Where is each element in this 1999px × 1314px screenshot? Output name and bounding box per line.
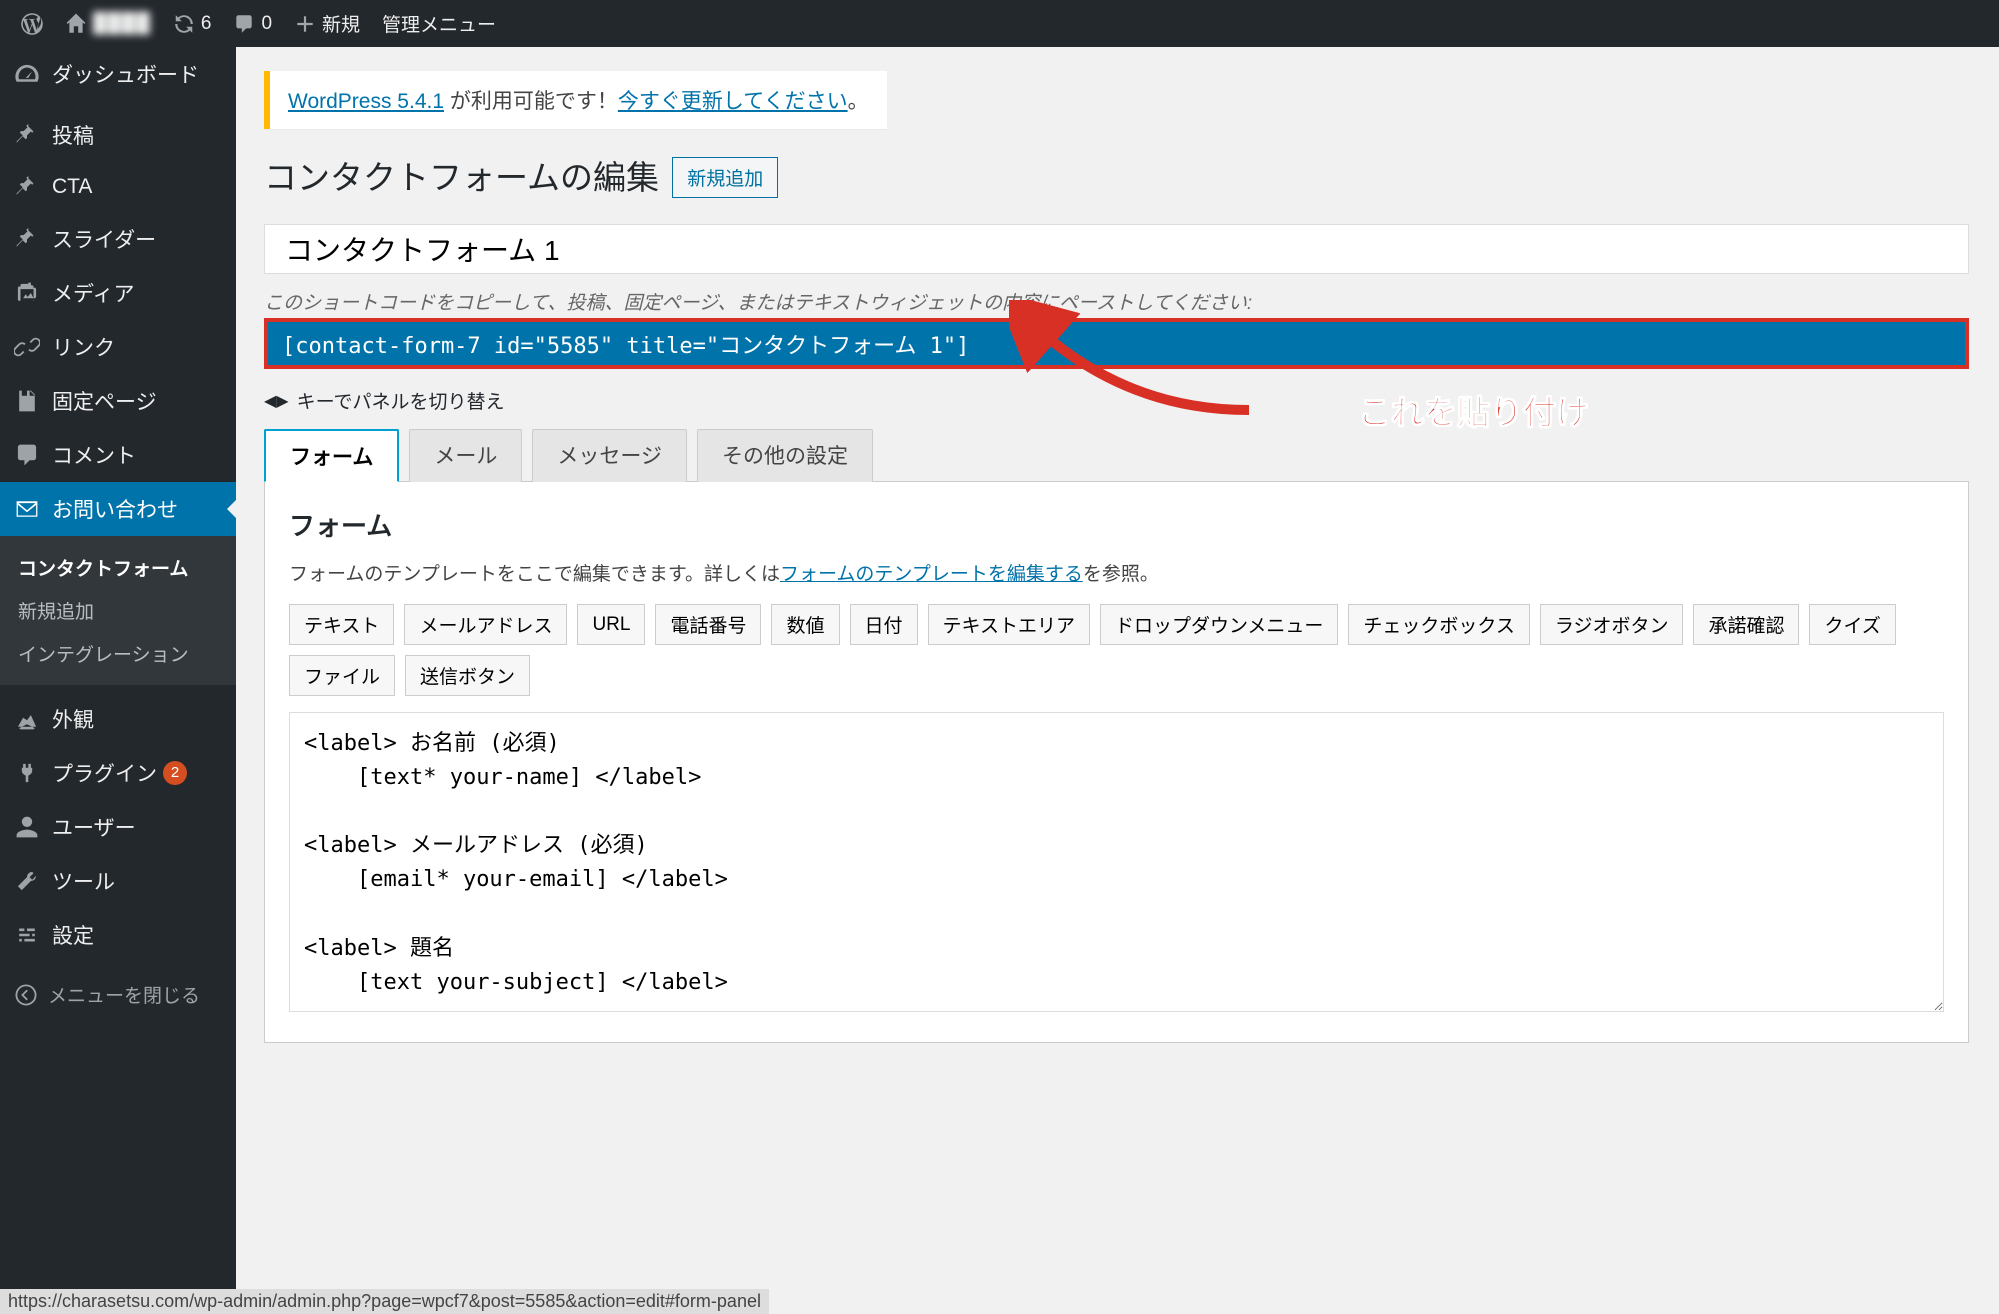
sidebar-item-slider[interactable]: スライダー <box>0 212 236 266</box>
sidebar-item-pages[interactable]: 固定ページ <box>0 374 236 428</box>
new-label: 新規 <box>322 10 360 37</box>
page-title: コンタクトフォームの編集 <box>264 151 659 199</box>
refresh-icon <box>173 13 195 35</box>
pin-icon <box>14 174 40 200</box>
tag-btn-textarea[interactable]: テキストエリア <box>928 604 1090 645</box>
submenu-item-contact-forms[interactable]: コンタクトフォーム <box>0 546 236 589</box>
sidebar-item-users[interactable]: ユーザー <box>0 800 236 854</box>
sidebar-item-tools[interactable]: ツール <box>0 854 236 908</box>
collapse-icon <box>14 983 38 1007</box>
tag-btn-tel[interactable]: 電話番号 <box>655 604 761 645</box>
admin-menu-link[interactable]: 管理メニュー <box>371 0 507 47</box>
sidebar-item-cta[interactable]: CTA <box>0 162 236 212</box>
page-icon <box>14 388 40 414</box>
panel-heading: フォーム <box>289 506 1944 543</box>
tag-btn-email[interactable]: メールアドレス <box>404 604 567 645</box>
form-title-input[interactable] <box>264 224 1969 274</box>
collapse-menu-button[interactable]: メニューを閉じる <box>0 969 236 1020</box>
sidebar-item-comments[interactable]: コメント <box>0 428 236 482</box>
form-panel: フォーム フォームのテンプレートをここで編集できます。詳しくはフォームのテンプレ… <box>264 482 1969 1043</box>
tab-messages[interactable]: メッセージ <box>532 429 687 482</box>
tag-btn-date[interactable]: 日付 <box>850 604 918 645</box>
shortcode-highlight-box <box>264 318 1969 369</box>
sidebar-submenu-contact: コンタクトフォーム 新規追加 インテグレーション <box>0 536 236 685</box>
sidebar-item-dashboard[interactable]: ダッシュボード <box>0 47 236 101</box>
sidebar-item-posts[interactable]: 投稿 <box>0 108 236 162</box>
sidebar-item-contact[interactable]: お問い合わせ <box>0 482 236 536</box>
tab-form[interactable]: フォーム <box>264 429 399 482</box>
submenu-item-integration[interactable]: インテグレーション <box>0 632 236 675</box>
wordpress-icon <box>21 13 43 35</box>
update-now-link[interactable]: 今すぐ更新してください <box>618 90 848 113</box>
appearance-icon <box>14 706 40 732</box>
panel-toggle-hint: ◀▶ キーでパネルを切り替え <box>264 387 1969 414</box>
form-template-textarea[interactable] <box>289 712 1944 1012</box>
update-nag: WordPress 5.4.1 が利用可能です！今すぐ更新してください。 <box>264 71 887 129</box>
pin-icon <box>14 122 40 148</box>
comment-icon <box>14 442 40 468</box>
tag-btn-text[interactable]: テキスト <box>289 604 394 645</box>
sidebar-item-links[interactable]: リンク <box>0 320 236 374</box>
updates-link[interactable]: 6 <box>162 0 223 47</box>
tools-icon <box>14 868 40 894</box>
updates-count: 6 <box>201 13 212 35</box>
left-right-arrows-icon: ◀▶ <box>264 391 289 411</box>
tab-mail[interactable]: メール <box>409 429 522 482</box>
wp-version-link[interactable]: WordPress 5.4.1 <box>288 90 444 113</box>
annotation-text: これを貼り付け <box>1358 386 1589 434</box>
plus-icon <box>294 13 316 35</box>
add-new-button[interactable]: 新規追加 <box>672 157 778 198</box>
sidebar-item-plugins[interactable]: プラグイン 2 <box>0 746 236 800</box>
tag-btn-url[interactable]: URL <box>577 604 645 645</box>
dashboard-icon <box>14 61 40 87</box>
site-name: ████ <box>93 13 151 35</box>
tag-btn-file[interactable]: ファイル <box>289 655 395 696</box>
tag-btn-number[interactable]: 数値 <box>771 604 839 645</box>
comments-link[interactable]: 0 <box>222 0 283 47</box>
user-icon <box>14 814 40 840</box>
wp-logo[interactable] <box>10 0 54 47</box>
sidebar-item-appearance[interactable]: 外観 <box>0 692 236 746</box>
tab-bar: フォーム メール メッセージ その他の設定 <box>264 428 1969 482</box>
tag-button-row: テキスト メールアドレス URL 電話番号 数値 日付 テキストエリア ドロップ… <box>289 604 1944 696</box>
settings-icon <box>14 922 40 948</box>
template-doc-link[interactable]: フォームのテンプレートを編集する <box>780 564 1083 585</box>
sidebar-item-media[interactable]: メディア <box>0 266 236 320</box>
media-icon <box>14 280 40 306</box>
home-icon <box>65 13 87 35</box>
tag-btn-dropdown[interactable]: ドロップダウンメニュー <box>1100 604 1338 645</box>
submenu-item-add-new[interactable]: 新規追加 <box>0 589 236 632</box>
shortcode-input[interactable] <box>268 322 1965 365</box>
main-content: WordPress 5.4.1 が利用可能です！今すぐ更新してください。 コンタ… <box>236 47 1999 1314</box>
pin-icon <box>14 226 40 252</box>
link-icon <box>14 334 40 360</box>
site-home-link[interactable]: ████ <box>54 0 162 47</box>
tag-btn-submit[interactable]: 送信ボタン <box>405 655 530 696</box>
admin-toolbar: ████ 6 0 新規 管理メニュー <box>0 0 1999 47</box>
admin-sidebar: ダッシュボード 投稿 CTA スライダー メディア リンク 固定ページ <box>0 47 236 1314</box>
panel-description: フォームのテンプレートをここで編集できます。詳しくはフォームのテンプレートを編集… <box>289 559 1944 586</box>
comment-icon <box>233 13 255 35</box>
new-content-link[interactable]: 新規 <box>283 0 371 47</box>
tab-additional-settings[interactable]: その他の設定 <box>697 429 873 482</box>
tag-btn-acceptance[interactable]: 承諾確認 <box>1693 604 1799 645</box>
tag-btn-quiz[interactable]: クイズ <box>1809 604 1895 645</box>
tag-btn-radio[interactable]: ラジオボタン <box>1540 604 1684 645</box>
comments-count: 0 <box>261 13 272 35</box>
mail-icon <box>14 496 40 522</box>
tag-btn-checkbox[interactable]: チェックボックス <box>1348 604 1529 645</box>
shortcode-description: このショートコードをコピーして、投稿、固定ページ、またはテキストウィジェットの内… <box>264 288 1969 315</box>
plugin-icon <box>14 760 40 786</box>
plugins-update-badge: 2 <box>163 761 187 785</box>
sidebar-item-settings[interactable]: 設定 <box>0 908 236 962</box>
browser-status-url: https://charasetsu.com/wp-admin/admin.ph… <box>0 1289 769 1314</box>
